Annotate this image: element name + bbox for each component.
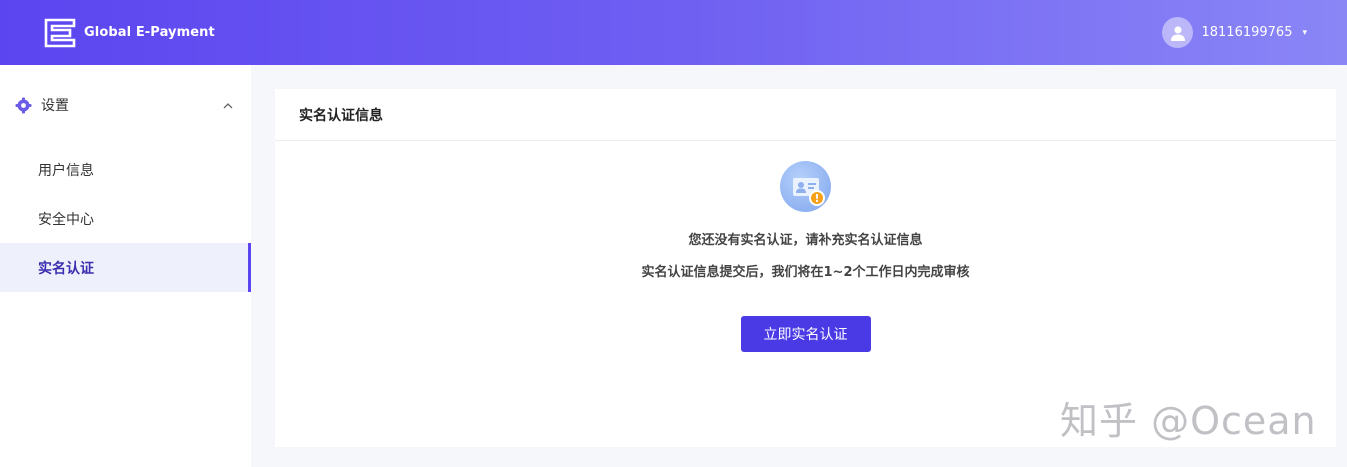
sidebar-item-label: 实名认证 — [38, 260, 94, 277]
sidebar-group-settings[interactable]: 设置 — [0, 65, 251, 145]
card-body: ! 您还没有实名认证，请补充实名认证信息 实名认证信息提交后，我们将在1~2个工… — [275, 141, 1336, 352]
warning-icon: ! — [809, 190, 825, 206]
user-menu[interactable]: 18116199765 ▾ — [1162, 17, 1307, 48]
notice-line-1: 您还没有实名认证，请补充实名认证信息 — [688, 233, 923, 248]
username: 18116199765 — [1201, 25, 1293, 40]
start-verification-button[interactable]: 立即实名认证 — [740, 316, 871, 352]
sidebar: 设置 用户信息 安全中心 实名认证 — [0, 65, 251, 467]
watermark: 知乎 @Ocean — [1060, 399, 1317, 443]
brand-name: Global E-Payment — [84, 25, 215, 40]
sidebar-item-user-info[interactable]: 用户信息 — [0, 145, 251, 194]
caret-down-icon[interactable]: ▾ — [1302, 28, 1307, 38]
sidebar-item-security-center[interactable]: 安全中心 — [0, 194, 251, 243]
top-header: Global E-Payment 18116199765 ▾ — [0, 0, 1347, 65]
brand[interactable]: Global E-Payment — [44, 17, 215, 49]
sidebar-group-label: 设置 — [41, 98, 69, 114]
notice-line-2: 实名认证信息提交后，我们将在1~2个工作日内完成审核 — [641, 265, 970, 280]
sidebar-item-label: 安全中心 — [38, 211, 94, 228]
card-title: 实名认证信息 — [275, 89, 1336, 141]
gear-icon — [15, 97, 32, 113]
avatar[interactable] — [1162, 17, 1194, 48]
sidebar-item-label: 用户信息 — [38, 162, 94, 179]
sidebar-item-real-name-auth[interactable]: 实名认证 — [0, 243, 251, 292]
logo-icon — [44, 18, 76, 47]
id-card-icon: ! — [780, 161, 831, 212]
chevron-up-icon[interactable] — [223, 99, 233, 112]
user-icon — [1170, 25, 1185, 41]
